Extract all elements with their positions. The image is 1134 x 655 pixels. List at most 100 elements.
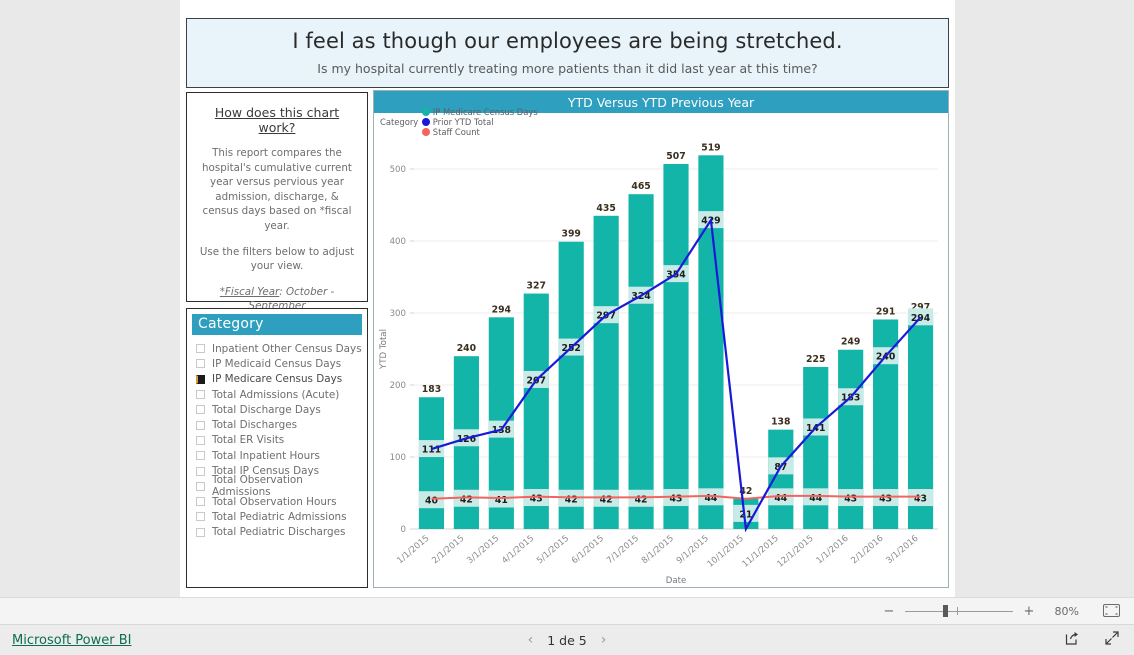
next-page-button[interactable]: › [601, 632, 607, 648]
slicer-item[interactable]: Total ER Visits [196, 433, 362, 448]
bar-total-label: 138 [771, 417, 790, 428]
legend-group-label: Category [380, 117, 419, 127]
zoom-slider-thumb[interactable] [943, 605, 948, 617]
bar[interactable] [593, 215, 619, 530]
slicer-item-label: Total Inpatient Hours [212, 449, 320, 462]
bar[interactable] [628, 194, 654, 529]
legend-color-dot [422, 118, 431, 126]
slicer-item[interactable]: Total Pediatric Admissions [196, 509, 362, 524]
x-axis-tick-label: 1/1/2016 [815, 534, 851, 566]
x-axis-tick-label: 2/1/2016 [850, 534, 886, 566]
slicer-checkbox[interactable] [196, 390, 205, 400]
y-axis-tick-label: 400 [390, 237, 406, 247]
bar[interactable] [558, 241, 584, 529]
how-does-this-chart-work-card: How does this chart work? This report co… [186, 92, 368, 312]
slicer-checkbox[interactable] [196, 374, 205, 384]
fullscreen-icon[interactable] [1104, 630, 1120, 650]
zoom-level-label: 80% [1054, 604, 1079, 618]
zoom-in-button[interactable]: + [1023, 604, 1035, 619]
banner-subtitle: Is my hospital currently treating more p… [317, 60, 818, 76]
staff-count-label: 44 [774, 493, 787, 504]
bar-total-label: 249 [841, 337, 860, 348]
legend-item-label: IP Medicare Census Days [432, 107, 538, 117]
staff-count-label: 44 [704, 493, 717, 504]
slicer-item[interactable]: IP Medicaid Census Days [196, 356, 362, 371]
legend-item[interactable]: Prior YTD Total [422, 117, 537, 127]
slicer-item[interactable]: Total Observation Admissions [196, 474, 362, 498]
info-card-paragraph-2: Use the filters below to adjust your vie… [199, 245, 355, 273]
bar[interactable] [418, 397, 445, 529]
slicer-checkbox[interactable] [196, 527, 205, 537]
slicer-item-label: Total Pediatric Discharges [212, 526, 346, 539]
staff-count-label: 43 [879, 494, 892, 505]
slicer-item[interactable]: Total Discharge Days [196, 402, 362, 417]
power-bi-report-viewer: I feel as though our employees are being… [0, 0, 1134, 655]
info-card-heading: How does this chart work? [214, 105, 340, 135]
slicer-checkbox[interactable] [196, 420, 205, 430]
slicer-item-label: Total Discharges [212, 419, 298, 432]
bar-total-label: 291 [876, 306, 895, 317]
chart-svg: 0100200300400500YTD Total183111402401264… [379, 142, 938, 586]
bar-total-label: 240 [457, 343, 477, 354]
x-axis-tick-label: 11/1/2015 [741, 534, 781, 570]
bar-total-label: 519 [701, 142, 720, 153]
slicer-checkbox[interactable] [196, 344, 205, 354]
bar[interactable] [663, 163, 689, 529]
bar-total-label: 183 [422, 384, 441, 395]
x-axis-title: Date [666, 576, 687, 586]
report-title-banner: I feel as though our employees are being… [186, 18, 949, 88]
zoom-slider[interactable] [905, 604, 1013, 618]
fiscal-year-label: *Fiscal Year [219, 285, 280, 298]
slicer-item[interactable]: Total Inpatient Hours [196, 448, 362, 463]
staff-count-label: 43 [914, 494, 927, 505]
banner-title: I feel as though our employees are being… [292, 29, 843, 54]
slicer-item-label: Total Admissions (Acute) [212, 388, 340, 401]
slicer-item-list: Inpatient Other Census Days IP Medicaid C… [192, 341, 362, 540]
slicer-checkbox[interactable] [196, 466, 205, 476]
slicer-checkbox[interactable] [196, 451, 205, 461]
staff-count-label: 43 [670, 494, 683, 505]
bar[interactable] [768, 429, 794, 529]
slicer-header: Category [192, 314, 362, 335]
y-axis-tick-label: 200 [390, 381, 406, 391]
slicer-checkbox[interactable] [196, 481, 205, 491]
bar-total-label: 465 [631, 181, 650, 192]
bar-total-label: 225 [806, 354, 825, 365]
slicer-item[interactable]: Total Discharges [196, 417, 362, 432]
x-axis-tick-label: 2/1/2015 [430, 534, 466, 566]
staff-count-label: 42 [565, 494, 578, 505]
slicer-checkbox[interactable] [196, 512, 205, 522]
bar-total-label: 327 [527, 281, 546, 292]
x-axis-tick-label: 1/1/2015 [395, 534, 431, 566]
slicer-item-label: Total Pediatric Admissions [212, 510, 347, 523]
microsoft-power-bi-link[interactable]: Microsoft Power BI [12, 633, 131, 648]
y-axis-tick-label: 300 [390, 309, 406, 319]
slicer-item[interactable]: Total Admissions (Acute) [196, 387, 362, 402]
zoom-out-button[interactable]: − [883, 604, 895, 619]
report-canvas-background: I feel as though our employees are being… [0, 0, 1134, 597]
fit-to-page-icon[interactable] [1103, 602, 1120, 621]
slicer-item-label: IP Medicaid Census Days [212, 357, 342, 370]
staff-count-label: 44 [809, 493, 822, 504]
legend-item[interactable]: IP Medicare Census Days [422, 107, 538, 117]
slicer-checkbox[interactable] [196, 405, 205, 415]
x-axis-tick-label: 10/1/2015 [706, 534, 746, 570]
page-indicator: 1 de 5 [547, 632, 587, 648]
slicer-checkbox[interactable] [196, 435, 205, 445]
x-axis-tick-label: 6/1/2015 [570, 534, 606, 566]
bar-total-label: 435 [596, 203, 615, 214]
share-icon[interactable] [1064, 630, 1080, 650]
previous-page-button[interactable]: ‹ [528, 632, 534, 648]
slicer-item[interactable]: IP Medicare Census Days [196, 372, 362, 387]
staff-count-label: 43 [530, 494, 543, 505]
x-axis-tick-label: 3/1/2016 [884, 534, 920, 566]
slicer-item[interactable]: Inpatient Other Census Days [196, 341, 362, 356]
info-card-paragraph-1: This report compares the hospital's cumu… [202, 147, 352, 233]
slicer-checkbox[interactable] [196, 359, 205, 369]
y-axis-tick-label: 0 [401, 525, 406, 535]
staff-count-label: 42 [635, 494, 648, 505]
slicer-item[interactable]: Total Pediatric Discharges [196, 525, 362, 540]
staff-count-label: 42 [460, 494, 473, 505]
slicer-checkbox[interactable] [196, 497, 205, 507]
slicer-item-label: Total Discharge Days [212, 403, 321, 416]
